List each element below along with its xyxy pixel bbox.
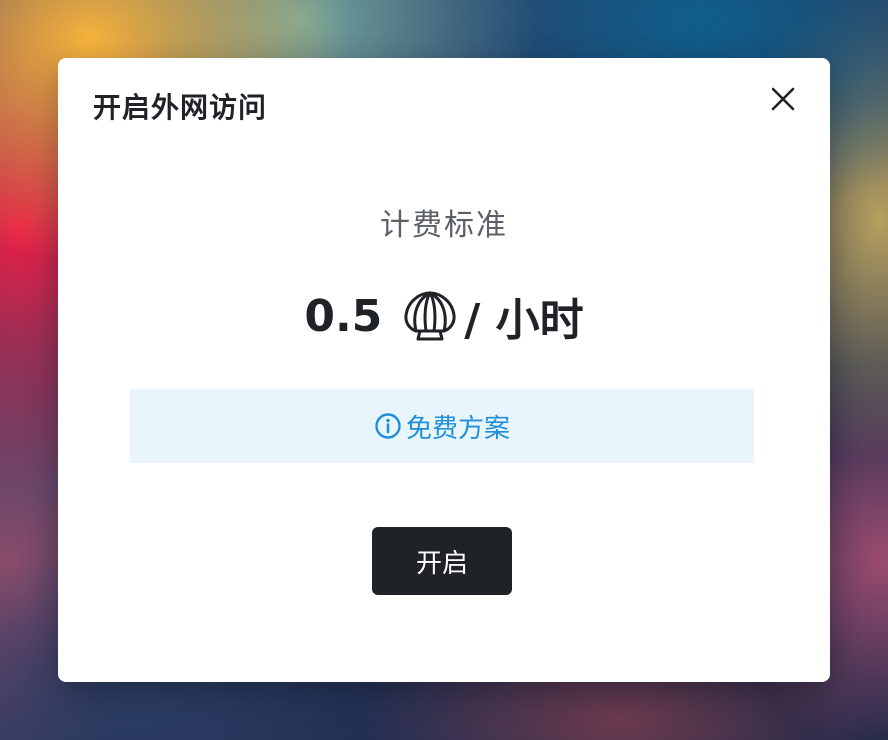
free-plan-banner[interactable]: 免费方案 [130, 389, 754, 463]
price-value: 0.5 [304, 290, 383, 342]
shell-icon [400, 287, 460, 345]
pricing-label: 计费标准 [380, 208, 508, 243]
info-icon [374, 412, 402, 440]
enable-button[interactable]: 开启 [372, 527, 512, 595]
dialog-title: 开启外网访问 [93, 91, 268, 124]
free-plan-label: 免费方案 [405, 413, 510, 444]
close-button[interactable] [766, 82, 800, 116]
enable-external-access-dialog: 开启外网访问 计费标准 0.5 / 小时 免费方案 开启 [58, 58, 830, 682]
price-unit: / 小时 [464, 295, 584, 346]
price-display: 0.5 / 小时 [58, 284, 830, 348]
close-icon [771, 87, 795, 111]
